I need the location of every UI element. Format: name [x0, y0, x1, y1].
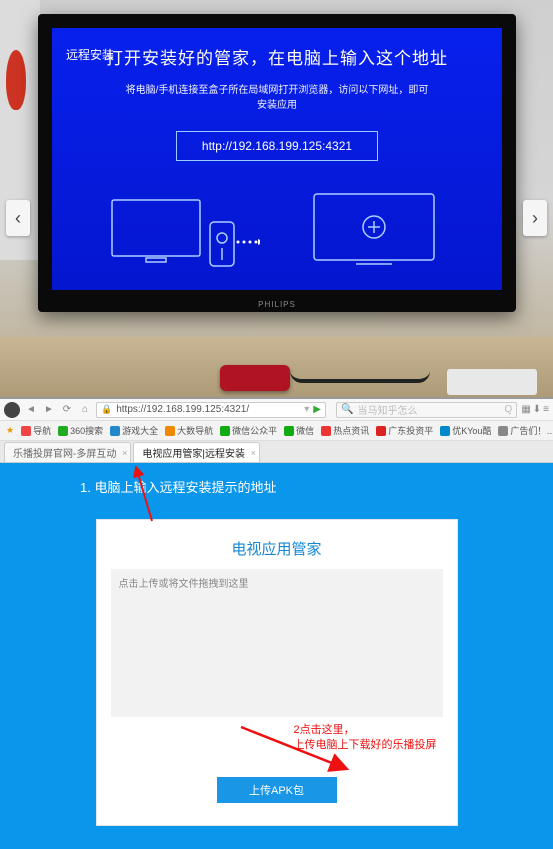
menu-icon[interactable]: ≡	[543, 404, 549, 415]
bookmark-item[interactable]: 优KYou酷	[440, 424, 491, 437]
bookmark-label: 微信公众平	[232, 424, 277, 437]
bookmark-label: 优KYou酷	[452, 424, 491, 437]
desk-surface	[0, 337, 553, 397]
annotation-2-wrap: 2点击这里， 上传电脑上下载好的乐播投屏	[97, 717, 457, 771]
search-placeholder: 当马知乎怎么	[357, 402, 500, 417]
tv-box-device	[220, 365, 290, 391]
bookmark-label: 广告们！…	[510, 424, 553, 437]
lock-icon: 🔒	[101, 404, 112, 415]
panel-title: 电视应用管家	[97, 538, 457, 559]
white-device	[447, 369, 537, 395]
bookmark-favicon	[165, 426, 175, 436]
tab-close-icon[interactable]: ×	[251, 448, 256, 458]
tv-screen: 远程安装 打开安装好的管家，在电脑上输入这个地址 将电脑/手机连接至盒子所在局域…	[52, 28, 502, 290]
page-content: 1. 电脑上输入远程安装提示的地址 电视应用管家 点击上传或将文件拖拽到这里 2…	[0, 463, 553, 849]
download-icon[interactable]: ⬇	[533, 404, 541, 415]
bookmark-label: 导航	[33, 424, 51, 437]
search-input[interactable]: 🔍 当马知乎怎么 Q	[336, 402, 517, 418]
bookmark-favicon	[110, 426, 120, 436]
address-bar: ◄ ► ⟳ ⌂ 🔒 https://192.168.199.125:4321/ …	[0, 399, 553, 421]
tv-graphics	[52, 192, 502, 282]
bookmark-favicon	[284, 426, 294, 436]
browser-tab[interactable]: 电视应用管家|远程安装 ×	[133, 442, 260, 462]
toolbar-icons: ▦ ⬇ ≡	[521, 404, 549, 415]
annotation-2-line2: 上传电脑上下载好的乐播投屏	[294, 739, 437, 751]
tab-label: 电视应用管家|远程安装	[142, 445, 245, 460]
annotation-1: 1. 电脑上输入远程安装提示的地址	[80, 477, 545, 496]
tv-photo: 远程安装 打开安装好的管家，在电脑上输入这个地址 将电脑/手机连接至盒子所在局域…	[0, 0, 553, 397]
drop-zone[interactable]: 点击上传或将文件拖拽到这里	[111, 569, 443, 717]
bookmark-label: 游戏大全	[122, 424, 158, 437]
tv-desc: 将电脑/手机连接至盒子所在局域网打开浏览器，访问以下网址，即可 安装应用	[52, 83, 502, 113]
tv-frame: 远程安装 打开安装好的管家，在电脑上输入这个地址 将电脑/手机连接至盒子所在局域…	[38, 14, 516, 312]
tv-brand: PHILIPS	[258, 300, 296, 309]
bookmark-label: 广东投资平	[388, 424, 433, 437]
bookmark-item[interactable]: 360搜索	[58, 424, 103, 437]
bookmark-item[interactable]: 大数导航	[165, 424, 213, 437]
home-button[interactable]: ⌂	[78, 404, 92, 415]
bookmark-item[interactable]: 广告们！…	[498, 424, 553, 437]
carousel-next-button[interactable]: ›	[523, 200, 547, 236]
bookmark-favicon	[321, 426, 331, 436]
search-icon: 🔍	[341, 404, 353, 415]
browser-window: ◄ ► ⟳ ⌂ 🔒 https://192.168.199.125:4321/ …	[0, 397, 553, 849]
upload-panel: 电视应用管家 点击上传或将文件拖拽到这里 2点击这里， 上传电脑上下载好的乐播投…	[97, 520, 457, 825]
bookmark-label: 热点资讯	[333, 424, 369, 437]
extension-icon[interactable]: ▦	[521, 404, 530, 415]
bookmark-item[interactable]: 微信公众平	[220, 424, 277, 437]
bookmark-favicon	[440, 426, 450, 436]
chevron-left-icon: ‹	[15, 208, 21, 229]
go-button[interactable]: ▶	[313, 404, 321, 415]
profile-avatar[interactable]	[4, 402, 20, 418]
tab-bar: 乐播投屏官网-多屏互动 × 电视应用管家|远程安装 ×	[0, 441, 553, 463]
reload-button[interactable]: ⟳	[60, 404, 74, 415]
bookmark-favicon	[220, 426, 230, 436]
bookmark-label: 微信	[296, 424, 314, 437]
tab-label: 乐播投屏官网-多屏互动	[13, 445, 116, 460]
upload-apk-button[interactable]: 上传APK包	[217, 777, 337, 803]
devices-illustration	[110, 192, 260, 276]
bookmark-item[interactable]: 游戏大全	[110, 424, 158, 437]
annotation-2-line1: 2点击这里，	[294, 724, 355, 736]
bookmark-item[interactable]: 广东投资平	[376, 424, 433, 437]
search-go-icon[interactable]: Q	[505, 404, 513, 415]
tv-url: http://192.168.199.125:4321	[202, 139, 352, 153]
bookmark-item[interactable]: 导航	[21, 424, 51, 437]
back-button[interactable]: ◄	[24, 404, 38, 415]
bookmark-favicon	[498, 426, 508, 436]
tv-url-box: http://192.168.199.125:4321	[176, 131, 378, 161]
address-input[interactable]: 🔒 https://192.168.199.125:4321/ ▾ ▶	[96, 402, 326, 418]
browser-tab[interactable]: 乐播投屏官网-多屏互动 ×	[4, 442, 131, 462]
dropdown-icon[interactable]: ▾	[304, 404, 309, 415]
tv-illustration	[312, 192, 442, 272]
cable	[290, 371, 430, 383]
bookmark-favicon	[376, 426, 386, 436]
bookmark-item[interactable]: 热点资讯	[321, 424, 369, 437]
bookmarks-bar: ★ 导航 360搜索 游戏大全 大数导航 微信公众平 微信 热点资讯 广东投资平 优KYou酷 广…	[0, 421, 553, 441]
favorites-icon[interactable]: ★	[6, 425, 14, 436]
tv-desc-line2: 安装应用	[257, 100, 297, 111]
bookmark-label: 大数导航	[177, 424, 213, 437]
bookmark-favicon	[21, 426, 31, 436]
tv-title: 打开安装好的管家，在电脑上输入这个地址	[52, 28, 502, 69]
tab-close-icon[interactable]: ×	[122, 448, 127, 458]
red-decoration	[6, 50, 26, 110]
forward-button[interactable]: ►	[42, 404, 56, 415]
tv-desc-line1: 将电脑/手机连接至盒子所在局域网打开浏览器，访问以下网址，即可	[126, 85, 429, 96]
bookmark-favicon	[58, 426, 68, 436]
bookmark-item[interactable]: 微信	[284, 424, 314, 437]
tv-corner-label: 远程安装	[66, 46, 114, 63]
carousel-prev-button[interactable]: ‹	[6, 200, 30, 236]
bookmark-label: 360搜索	[70, 424, 103, 437]
chevron-right-icon: ›	[532, 208, 538, 229]
address-text: https://192.168.199.125:4321/	[116, 404, 300, 415]
annotation-2: 2点击这里， 上传电脑上下载好的乐播投屏	[294, 723, 437, 754]
drop-hint: 点击上传或将文件拖拽到这里	[119, 579, 249, 590]
